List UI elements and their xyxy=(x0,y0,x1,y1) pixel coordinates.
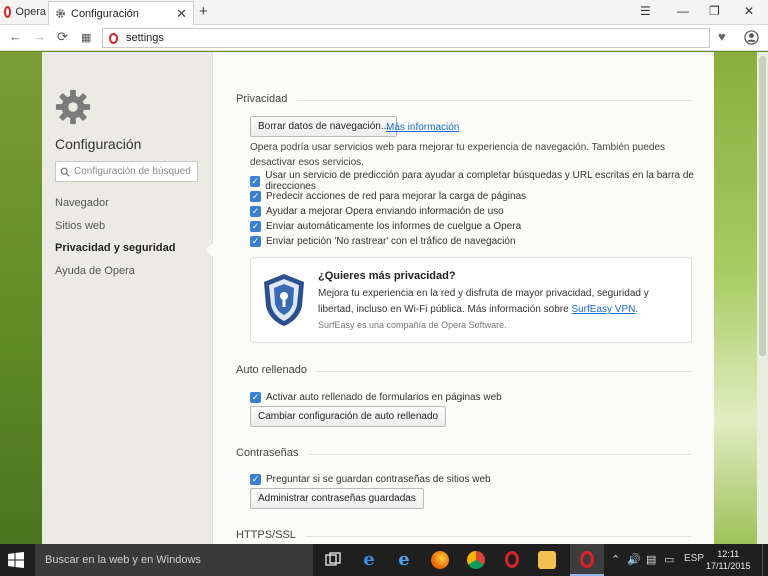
checkbox-predict-network[interactable]: ✓ Predecir acciones de red para mejorar l… xyxy=(250,189,526,203)
section-divider xyxy=(236,100,691,101)
close-window-button[interactable]: ✕ xyxy=(744,4,754,18)
settings-sidebar: Configuración Navegador Sitios web Priva… xyxy=(42,52,214,544)
taskbar-search-box[interactable]: Buscar en la web y en Windows xyxy=(35,544,313,576)
network-icon[interactable]: ▭ xyxy=(664,553,674,566)
clear-browsing-data-button[interactable]: Borrar datos de navegación... xyxy=(250,116,398,137)
address-bar: ← → ⟳ ▦ settings ♥ xyxy=(0,25,768,51)
chrome-icon[interactable] xyxy=(467,551,485,569)
promo-text: Mejora tu experiencia en la red y disfru… xyxy=(318,286,683,318)
notification-icon[interactable]: ▤ xyxy=(646,553,656,566)
close-tab-icon[interactable]: ✕ xyxy=(176,6,187,22)
checkbox-usage-stats[interactable]: ✓ Ayudar a mejorar Opera enviando informa… xyxy=(250,204,504,218)
tab-label: Configuración xyxy=(71,7,139,20)
checkbox-label: Enviar automáticamente los informes de c… xyxy=(266,220,522,232)
surfeasy-vpn-link[interactable]: SurfEasy VPN xyxy=(571,304,635,315)
volume-icon[interactable]: 🔊 xyxy=(627,553,641,566)
checkbox-checked-icon[interactable]: ✓ xyxy=(250,175,261,187)
sidebar-item-sitios-web[interactable]: Sitios web xyxy=(55,220,105,232)
sidebar-item-navegador[interactable]: Navegador xyxy=(55,197,109,209)
section-title: HTTPS/SSL xyxy=(236,529,306,541)
section-privacy-heading: Privacidad xyxy=(236,93,691,105)
section-title: Privacidad xyxy=(236,93,298,105)
opera-taskbar-icon[interactable] xyxy=(503,551,521,569)
surfeasy-shield-icon xyxy=(264,274,304,326)
clock-time: 12:11 xyxy=(717,549,740,559)
checkbox-checked-icon[interactable]: ✓ xyxy=(250,190,261,202)
section-autofill-heading: Auto rellenado xyxy=(236,364,691,376)
checkbox-do-not-track[interactable]: ✓ Enviar petición 'No rastrear' con el tr… xyxy=(250,234,516,248)
windows-taskbar: Buscar en la web y en Windows e e ⌃ 🔊 ▤ … xyxy=(0,544,768,576)
promo-title: ¿Quieres más privacidad? xyxy=(318,270,456,282)
promo-text-end: . xyxy=(635,304,639,315)
edge-browser-icon[interactable]: e xyxy=(360,551,378,569)
opera-page-icon xyxy=(109,32,118,44)
firefox-icon[interactable] xyxy=(431,551,449,569)
checkbox-prediction[interactable]: ✓ Usar un servicio de predicción para ayu… xyxy=(250,170,714,192)
back-arrow-icon[interactable]: ← xyxy=(9,29,22,44)
opera-menu-label: Opera xyxy=(15,6,46,18)
settings-content: Privacidad Borrar datos de navegación...… xyxy=(213,52,714,544)
url-field[interactable]: settings xyxy=(102,28,710,48)
section-title: Auto rellenado xyxy=(236,364,317,376)
more-info-link[interactable]: Más información xyxy=(386,122,459,133)
settings-gear-icon xyxy=(55,89,91,125)
checkbox-checked-icon[interactable]: ✓ xyxy=(250,205,261,217)
autofill-settings-button[interactable]: Cambiar configuración de auto rellenado xyxy=(250,406,447,427)
taskbar-search-text: Buscar en la web y en Windows xyxy=(45,554,201,566)
clock-date: 17/11/2015 xyxy=(706,561,751,571)
internet-explorer-icon[interactable]: e xyxy=(395,551,413,569)
opera-menu-button[interactable]: Opera xyxy=(0,0,46,24)
manage-passwords-button[interactable]: Administrar contraseñas guardadas xyxy=(250,488,424,509)
checkbox-checked-icon[interactable]: ✓ xyxy=(250,473,261,485)
wallpaper-left xyxy=(0,52,42,544)
checkbox-save-passwords[interactable]: ✓ Preguntar si se guardan contraseñas de … xyxy=(250,472,491,486)
minimize-button[interactable]: — xyxy=(677,4,689,18)
tab-settings[interactable]: Configuración ✕ xyxy=(48,1,194,25)
checkbox-checked-icon[interactable]: ✓ xyxy=(250,391,261,403)
new-tab-button[interactable]: + xyxy=(199,3,208,20)
windows-start-icon[interactable] xyxy=(8,552,24,568)
gear-icon xyxy=(56,9,65,18)
show-desktop-button[interactable] xyxy=(762,544,768,576)
scrollbar-thumb[interactable] xyxy=(759,56,766,356)
url-text: settings xyxy=(126,32,164,44)
promo-footnote: SurfEasy es una compañía de Opera Softwa… xyxy=(318,320,507,330)
language-indicator[interactable]: ESP xyxy=(684,553,704,564)
tab-bar: Opera Configuración ✕ + ☰ — ❐ ✕ xyxy=(0,0,768,25)
sidebar-item-privacidad[interactable]: Privacidad y seguridad xyxy=(55,242,175,254)
forward-arrow-icon[interactable]: → xyxy=(33,29,46,44)
sidebar-item-ayuda[interactable]: Ayuda de Opera xyxy=(55,265,135,277)
section-title: Contraseñas xyxy=(236,447,309,459)
checkbox-label: Predecir acciones de red para mejorar la… xyxy=(266,190,527,202)
settings-search-input[interactable] xyxy=(74,166,194,177)
checkbox-label: Preguntar si se guardan contraseñas de s… xyxy=(266,473,491,485)
heart-icon[interactable]: ♥ xyxy=(718,29,726,44)
checkbox-checked-icon[interactable]: ✓ xyxy=(250,235,261,247)
taskbar-clock[interactable]: 12:11 17/11/2015 xyxy=(706,548,750,572)
section-passwords-heading: Contraseñas xyxy=(236,447,691,459)
checkbox-crash-reports[interactable]: ✓ Enviar automáticamente los informes de … xyxy=(250,219,521,233)
tab-menu-icon[interactable]: ☰ xyxy=(640,4,651,18)
task-view-icon[interactable] xyxy=(324,551,342,569)
settings-search[interactable] xyxy=(55,161,198,182)
checkbox-label: Activar auto rellenado de formularios en… xyxy=(266,391,502,403)
checkbox-autofill[interactable]: ✓ Activar auto rellenado de formularios e… xyxy=(250,390,502,404)
checkbox-label: Enviar petición 'No rastrear' con el trá… xyxy=(266,235,516,247)
section-https-heading: HTTPS/SSL xyxy=(236,529,691,541)
tray-chevron-icon[interactable]: ⌃ xyxy=(611,553,620,566)
checkbox-label: Ayudar a mejorar Opera enviando informac… xyxy=(266,205,504,217)
search-icon xyxy=(60,167,70,177)
reload-icon[interactable]: ⟳ xyxy=(57,29,68,45)
opera-running-icon xyxy=(578,551,596,569)
maximize-button[interactable]: ❐ xyxy=(709,4,720,18)
checkbox-checked-icon[interactable]: ✓ xyxy=(250,220,261,232)
opera-logo-icon xyxy=(4,6,12,18)
account-icon[interactable] xyxy=(744,30,759,45)
file-explorer-icon[interactable] xyxy=(538,551,556,569)
vpn-promo-box: ¿Quieres más privacidad? Mejora tu exper… xyxy=(250,257,692,343)
privacy-description: Opera podría usar servicios web para mej… xyxy=(250,142,666,168)
sidebar-title: Configuración xyxy=(55,136,142,152)
speed-dial-grid-icon[interactable]: ▦ xyxy=(81,31,91,44)
